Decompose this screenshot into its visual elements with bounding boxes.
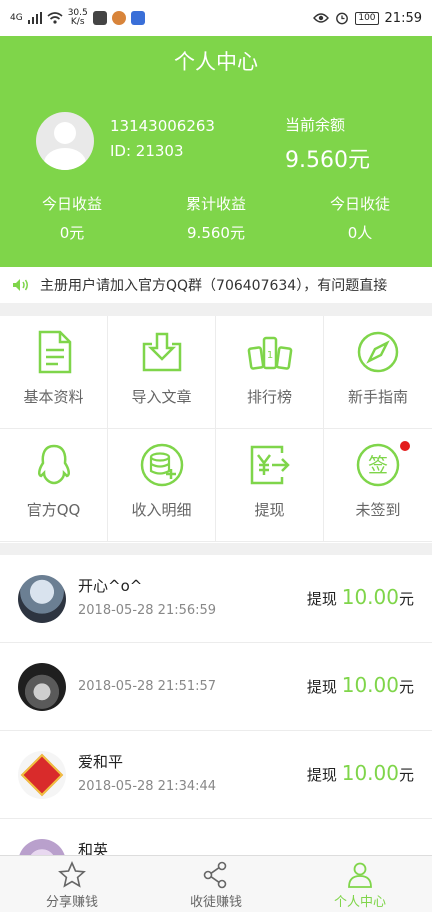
stat-value: 0元 [59,224,85,242]
tab-share-earn[interactable]: 分享赚钱 [0,856,144,912]
unread-dot [400,441,410,451]
stat-today-apprentices: 今日收徒 0人 [288,193,432,243]
eye-icon [313,13,330,23]
menu-label: 导入文章 [131,388,192,406]
stat-label: 今日收益 [41,195,102,213]
user-id: ID: 21303 [110,142,184,160]
list-item-name: 爱和平 [78,753,124,771]
network-speed: 30.5 K/s [67,8,88,27]
tab-bar: 分享赚钱 收徒赚钱 个人中心 [0,855,432,912]
menu-label: 官方QQ [26,501,81,519]
menu-label: 收入明细 [131,501,192,519]
list-item-name: 和英 [78,841,109,855]
star-icon [58,861,86,888]
menu-label: 未签到 [355,501,401,519]
avatar [18,663,66,711]
notice-bar[interactable]: 主册用户请加入官方QQ群（706407634），有问题直接 [0,267,432,303]
withdraw-amount: 提现 10.00元 [306,761,414,785]
svg-text:1: 1 [266,350,272,361]
person-icon [348,862,372,888]
menu-beginner-guide[interactable]: 新手指南 [324,316,432,429]
menu-withdraw[interactable]: 提现 [216,429,324,542]
menu-grid: 基本资料 导入文章 1 排行榜 新手指南 官方QQ 收入明细 提现 签 未签到 [0,316,432,543]
stat-total-earnings: 累计收益 9.560元 [144,193,288,243]
user-phone: 13143006263 [110,117,215,135]
yuan-withdraw-icon [250,445,290,485]
app-notification-icon [92,11,107,25]
withdrawal-list: 开心^o^ 2018-05-28 21:56:59 提现 10.00元 2018… [0,555,432,855]
alarm-icon [336,12,349,25]
menu-official-qq[interactable]: 官方QQ [0,429,108,542]
profile-header: 个人中心 13143006263 ID: 21303 当前余额 9.560元 今… [0,36,432,267]
stat-today-earnings: 今日收益 0元 [0,193,144,243]
speaker-icon [13,279,28,291]
app-notification-icon [111,11,126,25]
list-item[interactable]: 和英 [0,819,432,855]
menu-income-detail[interactable]: 收入明细 [108,429,216,542]
menu-label: 提现 [254,501,285,519]
avatar-body-icon [44,148,86,170]
menu-leaderboard[interactable]: 1 排行榜 [216,316,324,429]
avatar [18,751,66,799]
notice-text: 主册用户请加入官方QQ群（706407634），有问题直接 [40,278,388,294]
withdraw-amount: 提现 10.00元 [306,673,414,697]
list-item[interactable]: 开心^o^ 2018-05-28 21:56:59 提现 10.00元 [0,555,432,643]
qq-penguin-icon [37,444,70,485]
list-item-time: 2018-05-28 21:56:59 [78,603,217,618]
list-item[interactable]: 爱和平 2018-05-28 21:34:44 提现 10.00元 [0,731,432,819]
battery-icon: 100 [355,11,379,25]
sign-in-icon: 签 [356,443,400,487]
page-title: 个人中心 [174,50,258,74]
tab-label: 个人中心 [333,895,386,910]
list-item-name: 开心^o^ [78,577,143,595]
withdraw-amount: 提现 10.00元 [306,585,414,609]
list-item-time: 2018-05-28 21:51:57 [78,679,217,694]
tab-label: 收徒赚钱 [189,895,242,910]
fu-diamond-icon [20,753,64,797]
avatar-head-icon [54,122,76,144]
sign-in-badge-text: 签 [368,453,388,477]
menu-label: 基本资料 [23,388,84,406]
tab-personal-center[interactable]: 个人中心 [288,856,432,912]
stat-value: 9.560元 [187,224,245,242]
menu-basic-info[interactable]: 基本资料 [0,316,108,429]
import-icon [142,332,181,372]
stat-label: 累计收益 [185,195,246,213]
signal-icon [27,12,42,24]
screen: 4G 30.5 K/s 100 21:59 个人中心 13143006263 ID… [0,0,432,912]
compass-icon [357,331,399,373]
coins-icon [140,443,183,487]
menu-label: 排行榜 [246,388,292,406]
menu-import-article[interactable]: 导入文章 [108,316,216,429]
podium-icon: 1 [247,336,292,370]
stat-value: 0人 [347,224,373,242]
status-time: 21:59 [384,10,422,26]
stat-label: 今日收徒 [329,195,390,213]
balance-value: 9.560元 [285,148,370,173]
list-item[interactable]: 2018-05-28 21:51:57 提现 10.00元 [0,643,432,731]
app-notification-icon [130,11,145,25]
avatar[interactable] [36,112,94,170]
share-icon [203,861,227,889]
menu-sign-in[interactable]: 签 未签到 [324,429,432,542]
list-item-time: 2018-05-28 21:34:44 [78,779,217,794]
balance-label: 当前余额 [285,116,346,134]
signal-label: 4G [10,13,23,23]
wifi-icon [47,12,63,24]
avatar [18,839,66,855]
document-icon [38,330,71,374]
menu-label: 新手指南 [347,388,408,406]
tab-label: 分享赚钱 [45,895,98,910]
status-bar: 4G 30.5 K/s 100 21:59 [0,0,432,36]
tab-recruit-earn[interactable]: 收徒赚钱 [144,856,288,912]
avatar [18,575,66,623]
